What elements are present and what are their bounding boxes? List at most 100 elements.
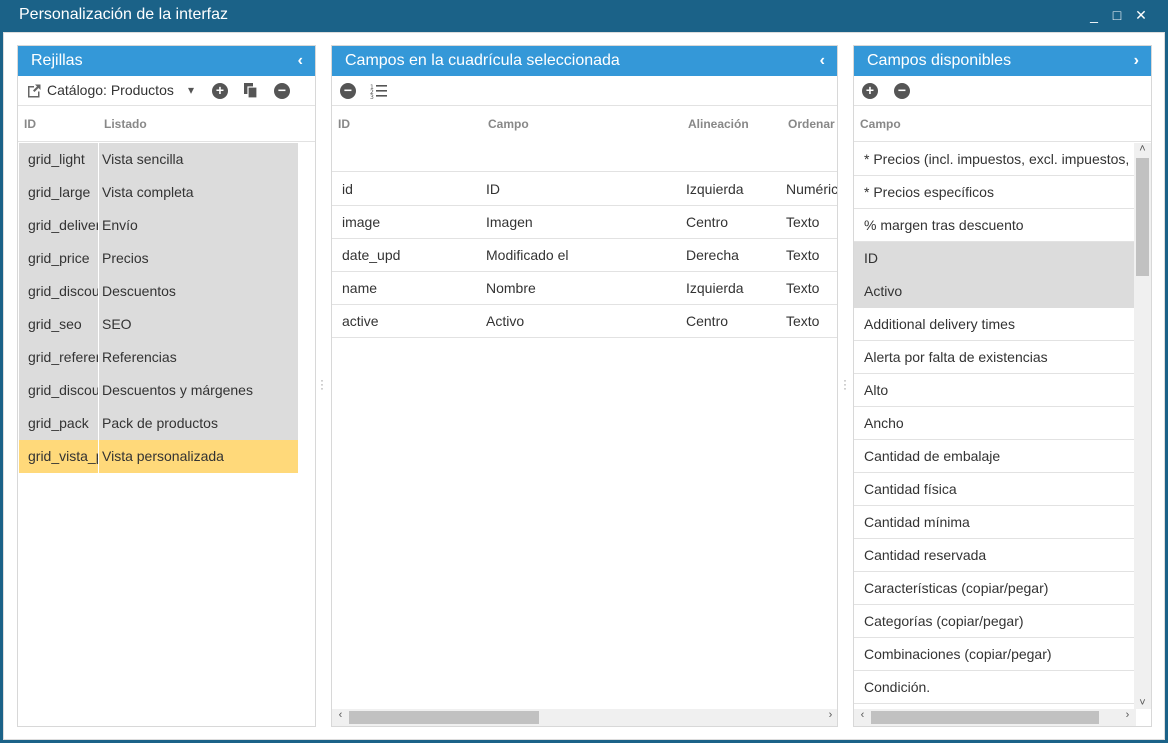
grid-id-cell: grid_vista_personalizada: [28, 448, 98, 464]
col-field-header[interactable]: Campo: [860, 117, 901, 131]
column-divider: [98, 308, 99, 341]
col-field-header[interactable]: Campo: [488, 117, 529, 131]
table-row[interactable]: active Activo Centro Texto: [332, 305, 837, 338]
svg-text:3: 3: [370, 94, 374, 99]
field-id-cell: image: [342, 214, 381, 230]
list-item[interactable]: Cantidad mínima: [854, 506, 1135, 539]
field-sort-cell: Texto: [786, 313, 820, 329]
grid-row[interactable]: grid_light Vista sencilla: [19, 143, 298, 176]
maximize-icon[interactable]: □: [1108, 6, 1126, 24]
available-fields-panel: Campos disponibles › + − Campo * Precios…: [853, 45, 1152, 727]
remove-available-field-icon[interactable]: −: [894, 83, 910, 99]
list-item[interactable]: Características (copiar/pegar): [854, 572, 1135, 605]
table-row[interactable]: name Nombre Izquierda Texto: [332, 272, 837, 305]
col-id-header[interactable]: ID: [338, 117, 350, 131]
list-item[interactable]: Alto: [854, 374, 1135, 407]
scroll-right-icon[interactable]: ›: [822, 709, 837, 721]
field-align-cell: Derecha: [686, 247, 739, 263]
table-row[interactable]: id ID Izquierda Numérico: [332, 173, 837, 206]
minimize-icon[interactable]: _: [1085, 6, 1103, 24]
table-row[interactable]: date_upd Modificado el Derecha Texto: [332, 239, 837, 272]
col-sort-header[interactable]: Ordenar: [788, 117, 835, 131]
scroll-left-icon[interactable]: ‹: [332, 709, 349, 721]
list-item[interactable]: * Precios específicos: [854, 176, 1135, 209]
column-divider: [98, 242, 99, 275]
mid-scroll-thumb[interactable]: [349, 711, 539, 724]
left-splitter-handle[interactable]: · · ·: [320, 374, 324, 394]
list-item[interactable]: Alerta por falta de existencias: [854, 341, 1135, 374]
mid-horizontal-scrollbar[interactable]: ‹ ›: [332, 709, 837, 726]
collapse-left-icon[interactable]: ‹: [298, 46, 303, 76]
list-item[interactable]: Categorías (copiar/pegar): [854, 605, 1135, 638]
list-item[interactable]: Activo: [854, 275, 1135, 308]
grid-list-cell: Descuentos: [102, 283, 176, 299]
grids-panel-title: Rejillas: [31, 52, 83, 69]
col-id-header[interactable]: ID: [24, 117, 36, 131]
grid-id-cell: grid_reference: [28, 349, 98, 365]
add-grid-icon[interactable]: +: [212, 83, 228, 99]
expand-right-icon[interactable]: ›: [1134, 46, 1139, 76]
add-field-icon[interactable]: +: [862, 83, 878, 99]
grid-row[interactable]: grid_deliveryEnvío: [19, 209, 298, 242]
scroll-right-icon[interactable]: ›: [1119, 709, 1136, 721]
list-item[interactable]: % margen tras descuento: [854, 209, 1135, 242]
list-item[interactable]: Additional delivery times: [854, 308, 1135, 341]
grid-row[interactable]: grid_seo SEO: [19, 308, 298, 341]
scroll-down-icon[interactable]: ˅: [1134, 697, 1151, 709]
grid-row[interactable]: grid_referenceReferencias: [19, 341, 298, 374]
chevron-down-icon[interactable]: ▾: [188, 83, 194, 97]
scroll-left-icon[interactable]: ‹: [854, 709, 871, 721]
field-id-cell: name: [342, 280, 378, 296]
right-horizontal-scrollbar[interactable]: ‹ ›: [854, 709, 1136, 726]
grid-list-cell: Precios: [102, 250, 149, 266]
grid-id-cell: grid_discounts_margins: [28, 382, 98, 398]
copy-icon[interactable]: [243, 82, 259, 99]
catalog-select[interactable]: Catálogo: Productos: [47, 82, 174, 98]
column-divider: [98, 143, 99, 176]
field-sort-cell: Texto: [786, 247, 820, 263]
grid-row[interactable]: grid_price Precios: [19, 242, 298, 275]
grid-id-cell: grid_large: [28, 184, 91, 200]
right-vscroll-thumb[interactable]: [1136, 158, 1149, 276]
list-item[interactable]: Combinaciones (copiar/pegar): [854, 638, 1135, 671]
app-window: Personalización de la interfaz _ □ ✕ Rej…: [0, 0, 1168, 743]
grid-list-cell: Envío: [102, 217, 138, 233]
grid-list-cell: Vista completa: [102, 184, 194, 200]
column-divider: [98, 341, 99, 374]
field-id-cell: active: [342, 313, 379, 329]
grid-row[interactable]: grid_discountsDescuentos: [19, 275, 298, 308]
available-fields-header: Campos disponibles ›: [854, 46, 1151, 76]
remove-field-icon[interactable]: −: [340, 83, 356, 99]
grid-list-cell: Vista sencilla: [102, 151, 184, 167]
remove-grid-icon[interactable]: −: [274, 83, 290, 99]
list-item[interactable]: * Precios (incl. impuestos, excl. impues…: [854, 143, 1135, 176]
list-item[interactable]: Cantidad física: [854, 473, 1135, 506]
list-item[interactable]: Cantidad reservada: [854, 539, 1135, 572]
ordered-list-icon[interactable]: 1 2 3: [370, 83, 388, 99]
right-splitter-handle[interactable]: · · ·: [843, 374, 847, 394]
list-item[interactable]: Cantidad de embalaje: [854, 440, 1135, 473]
list-item[interactable]: Ancho: [854, 407, 1135, 440]
grid-row[interactable]: grid_large Vista completa: [19, 176, 298, 209]
right-vertical-scrollbar[interactable]: ˄ ˅: [1134, 143, 1151, 709]
selected-fields-toolbar: − 1 2 3: [332, 76, 837, 106]
collapse-mid-icon[interactable]: ‹: [820, 46, 825, 76]
table-row[interactable]: image Imagen Centro Texto: [332, 206, 837, 239]
list-item[interactable]: Condición.: [854, 671, 1135, 704]
grid-row[interactable]: grid_vista_personalizadaVista personaliz…: [19, 440, 298, 473]
grid-id-cell: grid_light: [28, 151, 85, 167]
close-icon[interactable]: ✕: [1132, 6, 1150, 24]
grid-id-cell: grid_discounts: [28, 283, 98, 299]
col-list-header[interactable]: Listado: [104, 117, 147, 131]
external-link-icon[interactable]: [26, 83, 42, 99]
right-hscroll-thumb[interactable]: [871, 711, 1099, 724]
column-divider: [98, 440, 99, 473]
field-field-cell: Nombre: [486, 280, 536, 296]
list-item[interactable]: ID: [854, 242, 1135, 275]
grid-row[interactable]: grid_discounts_marginsDescuentos y márge…: [19, 374, 298, 407]
scroll-up-icon[interactable]: ˄: [1134, 143, 1151, 155]
available-fields-column-header: Campo: [854, 106, 1151, 142]
grid-row[interactable]: grid_pack Pack de productos: [19, 407, 298, 440]
col-align-header[interactable]: Alineación: [688, 117, 749, 131]
window-title: Personalización de la interfaz: [19, 6, 229, 23]
